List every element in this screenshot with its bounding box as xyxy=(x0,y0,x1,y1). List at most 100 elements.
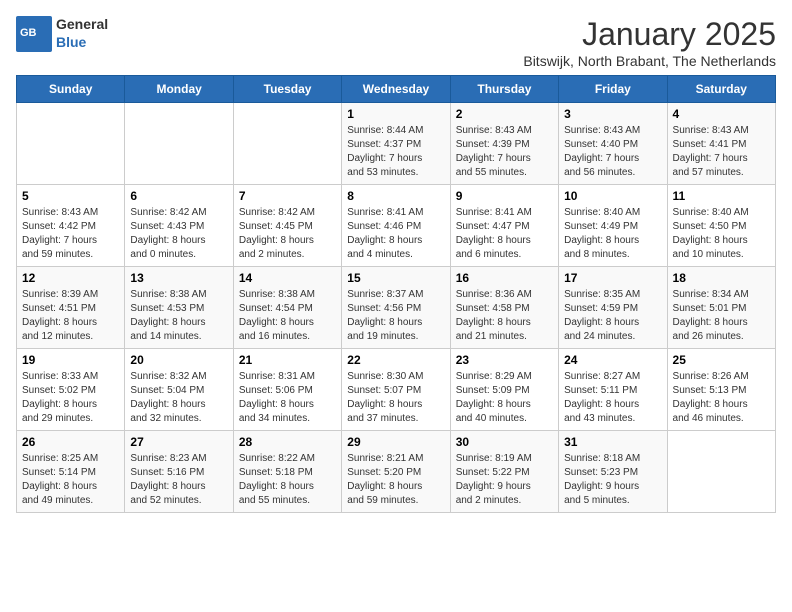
svg-text:GB: GB xyxy=(20,27,37,39)
col-thursday: Thursday xyxy=(450,76,558,103)
calendar-header: Sunday Monday Tuesday Wednesday Thursday… xyxy=(17,76,776,103)
calendar-cell: 15 Sunrise: 8:37 AM Sunset: 4:56 PM Dayli… xyxy=(342,267,450,349)
calendar-cell: 1 Sunrise: 8:44 AM Sunset: 4:37 PM Daylig… xyxy=(342,103,450,185)
day-info: Sunrise: 8:37 AM Sunset: 4:56 PM Dayligh… xyxy=(347,288,444,344)
day-info: Sunrise: 8:38 AM Sunset: 4:53 PM Dayligh… xyxy=(130,288,227,344)
day-info: Sunrise: 8:43 AM Sunset: 4:41 PM Dayligh… xyxy=(673,124,770,180)
day-number: 2 xyxy=(456,107,553,121)
calendar-week-4: 19 Sunrise: 8:33 AM Sunset: 5:02 PM Dayli… xyxy=(17,349,776,431)
logo-icon: GB xyxy=(16,16,52,52)
day-number: 28 xyxy=(239,435,336,449)
calendar-cell: 20Sunrise: 8:32 AM Sunset: 5:04 PM Dayli… xyxy=(125,349,233,431)
day-info: Sunrise: 8:22 AM Sunset: 5:18 PM Dayligh… xyxy=(239,452,336,508)
calendar-cell xyxy=(667,431,775,513)
calendar-cell: 4 Sunrise: 8:43 AM Sunset: 4:41 PM Daylig… xyxy=(667,103,775,185)
day-number: 10 xyxy=(564,189,661,203)
day-number: 21 xyxy=(239,353,336,367)
calendar-week-2: 5 Sunrise: 8:43 AM Sunset: 4:42 PM Daylig… xyxy=(17,185,776,267)
col-monday: Monday xyxy=(125,76,233,103)
calendar-cell: 7 Sunrise: 8:42 AM Sunset: 4:45 PM Daylig… xyxy=(233,185,341,267)
day-number: 20 xyxy=(130,353,227,367)
calendar-cell: 5 Sunrise: 8:43 AM Sunset: 4:42 PM Daylig… xyxy=(17,185,125,267)
page-header: GB General Blue January 2025 Bitswijk, N… xyxy=(16,16,776,69)
day-info: Sunrise: 8:25 AM Sunset: 5:14 PM Dayligh… xyxy=(22,452,119,508)
header-row: Sunday Monday Tuesday Wednesday Thursday… xyxy=(17,76,776,103)
day-info: Sunrise: 8:42 AM Sunset: 4:43 PM Dayligh… xyxy=(130,206,227,262)
calendar-week-3: 12 Sunrise: 8:39 AM Sunset: 4:51 PM Dayli… xyxy=(17,267,776,349)
calendar-cell: 28 Sunrise: 8:22 AM Sunset: 5:18 PM Dayli… xyxy=(233,431,341,513)
calendar-cell: 18Sunrise: 8:34 AM Sunset: 5:01 PM Dayli… xyxy=(667,267,775,349)
logo-text-general: General xyxy=(56,16,108,32)
calendar-cell xyxy=(17,103,125,185)
day-number: 9 xyxy=(456,189,553,203)
calendar-cell: 11Sunrise: 8:40 AM Sunset: 4:50 PM Dayli… xyxy=(667,185,775,267)
calendar-cell: 19 Sunrise: 8:33 AM Sunset: 5:02 PM Dayli… xyxy=(17,349,125,431)
calendar-cell: 31Sunrise: 8:18 AM Sunset: 5:23 PM Dayli… xyxy=(559,431,667,513)
logo-text-blue: Blue xyxy=(56,34,86,50)
day-info: Sunrise: 8:27 AM Sunset: 5:11 PM Dayligh… xyxy=(564,370,661,426)
day-info: Sunrise: 8:42 AM Sunset: 4:45 PM Dayligh… xyxy=(239,206,336,262)
calendar-cell xyxy=(125,103,233,185)
day-number: 24 xyxy=(564,353,661,367)
calendar-cell: 8 Sunrise: 8:41 AM Sunset: 4:46 PM Daylig… xyxy=(342,185,450,267)
day-number: 5 xyxy=(22,189,119,203)
day-number: 29 xyxy=(347,435,444,449)
col-wednesday: Wednesday xyxy=(342,76,450,103)
calendar-cell: 10Sunrise: 8:40 AM Sunset: 4:49 PM Dayli… xyxy=(559,185,667,267)
col-saturday: Saturday xyxy=(667,76,775,103)
calendar-cell: 6 Sunrise: 8:42 AM Sunset: 4:43 PM Daylig… xyxy=(125,185,233,267)
day-info: Sunrise: 8:38 AM Sunset: 4:54 PM Dayligh… xyxy=(239,288,336,344)
day-info: Sunrise: 8:29 AM Sunset: 5:09 PM Dayligh… xyxy=(456,370,553,426)
day-number: 30 xyxy=(456,435,553,449)
day-number: 8 xyxy=(347,189,444,203)
logo: GB General Blue xyxy=(16,16,108,52)
calendar-week-1: 1 Sunrise: 8:44 AM Sunset: 4:37 PM Daylig… xyxy=(17,103,776,185)
day-number: 22 xyxy=(347,353,444,367)
day-number: 7 xyxy=(239,189,336,203)
day-info: Sunrise: 8:39 AM Sunset: 4:51 PM Dayligh… xyxy=(22,288,119,344)
day-number: 25 xyxy=(673,353,770,367)
day-number: 4 xyxy=(673,107,770,121)
day-number: 16 xyxy=(456,271,553,285)
calendar-cell: 9 Sunrise: 8:41 AM Sunset: 4:47 PM Daylig… xyxy=(450,185,558,267)
calendar-cell: 25 Sunrise: 8:26 AM Sunset: 5:13 PM Dayli… xyxy=(667,349,775,431)
day-info: Sunrise: 8:43 AM Sunset: 4:39 PM Dayligh… xyxy=(456,124,553,180)
calendar-cell: 21Sunrise: 8:31 AM Sunset: 5:06 PM Dayli… xyxy=(233,349,341,431)
calendar-cell xyxy=(233,103,341,185)
day-number: 11 xyxy=(673,189,770,203)
month-title: January 2025 xyxy=(523,16,776,53)
day-info: Sunrise: 8:43 AM Sunset: 4:40 PM Dayligh… xyxy=(564,124,661,180)
calendar-cell: 14Sunrise: 8:38 AM Sunset: 4:54 PM Dayli… xyxy=(233,267,341,349)
col-tuesday: Tuesday xyxy=(233,76,341,103)
calendar-table: Sunday Monday Tuesday Wednesday Thursday… xyxy=(16,75,776,513)
day-info: Sunrise: 8:43 AM Sunset: 4:42 PM Dayligh… xyxy=(22,206,119,262)
calendar-cell: 30Sunrise: 8:19 AM Sunset: 5:22 PM Dayli… xyxy=(450,431,558,513)
calendar-cell: 24 Sunrise: 8:27 AM Sunset: 5:11 PM Dayli… xyxy=(559,349,667,431)
day-info: Sunrise: 8:33 AM Sunset: 5:02 PM Dayligh… xyxy=(22,370,119,426)
calendar-body: 1 Sunrise: 8:44 AM Sunset: 4:37 PM Daylig… xyxy=(17,103,776,513)
day-info: Sunrise: 8:41 AM Sunset: 4:47 PM Dayligh… xyxy=(456,206,553,262)
day-info: Sunrise: 8:35 AM Sunset: 4:59 PM Dayligh… xyxy=(564,288,661,344)
day-number: 23 xyxy=(456,353,553,367)
day-number: 12 xyxy=(22,271,119,285)
location-subtitle: Bitswijk, North Brabant, The Netherlands xyxy=(523,53,776,69)
day-info: Sunrise: 8:44 AM Sunset: 4:37 PM Dayligh… xyxy=(347,124,444,180)
day-info: Sunrise: 8:30 AM Sunset: 5:07 PM Dayligh… xyxy=(347,370,444,426)
day-number: 26 xyxy=(22,435,119,449)
day-number: 1 xyxy=(347,107,444,121)
day-info: Sunrise: 8:21 AM Sunset: 5:20 PM Dayligh… xyxy=(347,452,444,508)
calendar-cell: 29 Sunrise: 8:21 AM Sunset: 5:20 PM Dayli… xyxy=(342,431,450,513)
day-number: 6 xyxy=(130,189,227,203)
day-number: 27 xyxy=(130,435,227,449)
day-number: 19 xyxy=(22,353,119,367)
calendar-cell: 3 Sunrise: 8:43 AM Sunset: 4:40 PM Daylig… xyxy=(559,103,667,185)
day-number: 3 xyxy=(564,107,661,121)
calendar-cell: 17Sunrise: 8:35 AM Sunset: 4:59 PM Dayli… xyxy=(559,267,667,349)
day-info: Sunrise: 8:23 AM Sunset: 5:16 PM Dayligh… xyxy=(130,452,227,508)
day-info: Sunrise: 8:41 AM Sunset: 4:46 PM Dayligh… xyxy=(347,206,444,262)
day-number: 18 xyxy=(673,271,770,285)
title-area: January 2025 Bitswijk, North Brabant, Th… xyxy=(523,16,776,69)
day-number: 15 xyxy=(347,271,444,285)
day-info: Sunrise: 8:26 AM Sunset: 5:13 PM Dayligh… xyxy=(673,370,770,426)
calendar-cell: 12 Sunrise: 8:39 AM Sunset: 4:51 PM Dayli… xyxy=(17,267,125,349)
